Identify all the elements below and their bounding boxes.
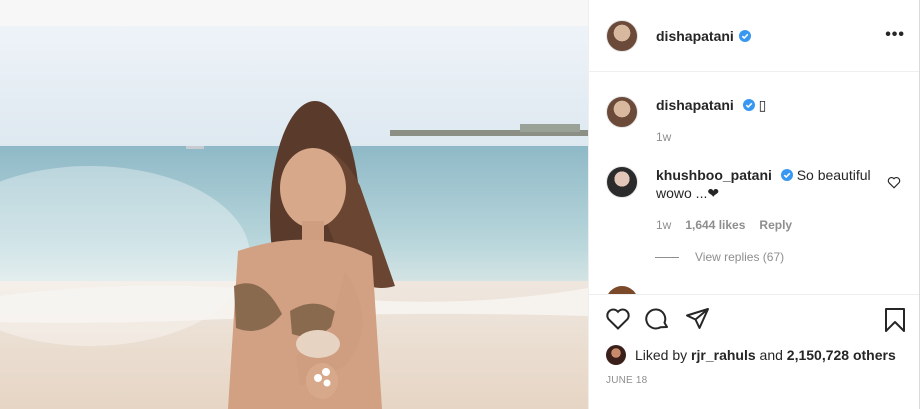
caption-row: dishapatani ▯ 1w bbox=[606, 96, 766, 146]
comment-body: khushboo_patani So beautiful wowo ...❤ 1… bbox=[656, 166, 876, 234]
liked-by-avatar[interactable] bbox=[606, 345, 626, 365]
caption-meta: 1w bbox=[656, 128, 766, 146]
comments-section: dishapatani ▯ 1w khushboo_patani So beau… bbox=[589, 72, 919, 294]
caption-avatar[interactable] bbox=[606, 96, 638, 128]
commenter-username[interactable]: khushboo_patani bbox=[656, 167, 772, 183]
comment-meta: 1w 1,644 likes Reply bbox=[656, 216, 876, 234]
liked-by-prefix: Liked by bbox=[635, 347, 688, 363]
caption-line: dishapatani ▯ bbox=[656, 96, 766, 114]
comment-line: khushboo_patani So beautiful wowo ...❤ bbox=[656, 166, 876, 202]
action-icons bbox=[605, 307, 711, 331]
verified-badge-icon bbox=[780, 169, 793, 181]
view-replies-text: View replies (67) bbox=[695, 250, 785, 264]
caption-username[interactable]: dishapatani bbox=[656, 97, 734, 113]
comment-like-heart-icon[interactable] bbox=[887, 176, 901, 189]
view-replies-dash bbox=[655, 256, 679, 258]
commenter-avatar[interactable] bbox=[606, 166, 638, 198]
beach-photo bbox=[0, 26, 588, 409]
verified-badge-icon bbox=[742, 99, 755, 111]
author-username[interactable]: dishapatani bbox=[656, 28, 734, 44]
caption-text: ▯ bbox=[758, 97, 767, 113]
caption-time[interactable]: 1w bbox=[656, 128, 671, 146]
post-photo[interactable] bbox=[0, 26, 588, 409]
liked-by-user[interactable]: rjr_rahuls bbox=[691, 347, 756, 363]
more-options-icon[interactable]: ••• bbox=[885, 26, 905, 44]
post-side-panel: dishapatani ••• dishapatani ▯ 1w khushbo… bbox=[588, 0, 920, 409]
verified-badge-icon bbox=[738, 29, 751, 42]
post-date[interactable]: JUNE 18 bbox=[606, 375, 647, 386]
comment-time[interactable]: 1w bbox=[656, 216, 671, 234]
post-actions: Liked by rjr_rahuls and 2,150,728 others… bbox=[589, 294, 919, 409]
comment-row: khushboo_patani So beautiful wowo ...❤ 1… bbox=[606, 166, 876, 234]
comment-bubble-icon[interactable] bbox=[645, 307, 671, 331]
post-header: dishapatani ••• bbox=[589, 0, 919, 72]
comment-likes[interactable]: 1,644 likes bbox=[685, 216, 745, 234]
share-send-icon[interactable] bbox=[685, 307, 711, 331]
like-heart-icon[interactable] bbox=[605, 307, 631, 331]
top-strip bbox=[0, 0, 588, 26]
caption-body: dishapatani ▯ 1w bbox=[656, 96, 766, 146]
author-avatar[interactable] bbox=[606, 19, 638, 52]
view-replies-link[interactable]: View replies (67) bbox=[655, 250, 784, 264]
next-comment-avatar[interactable] bbox=[606, 286, 638, 294]
liked-by-line: Liked by rjr_rahuls and 2,150,728 others bbox=[606, 345, 896, 365]
instagram-post-view: dishapatani ••• dishapatani ▯ 1w khushbo… bbox=[0, 0, 920, 409]
liked-by-and: and bbox=[759, 347, 783, 363]
liked-by-others[interactable]: 2,150,728 others bbox=[787, 347, 896, 363]
reply-button[interactable]: Reply bbox=[759, 216, 792, 234]
save-bookmark-icon[interactable] bbox=[883, 307, 907, 333]
